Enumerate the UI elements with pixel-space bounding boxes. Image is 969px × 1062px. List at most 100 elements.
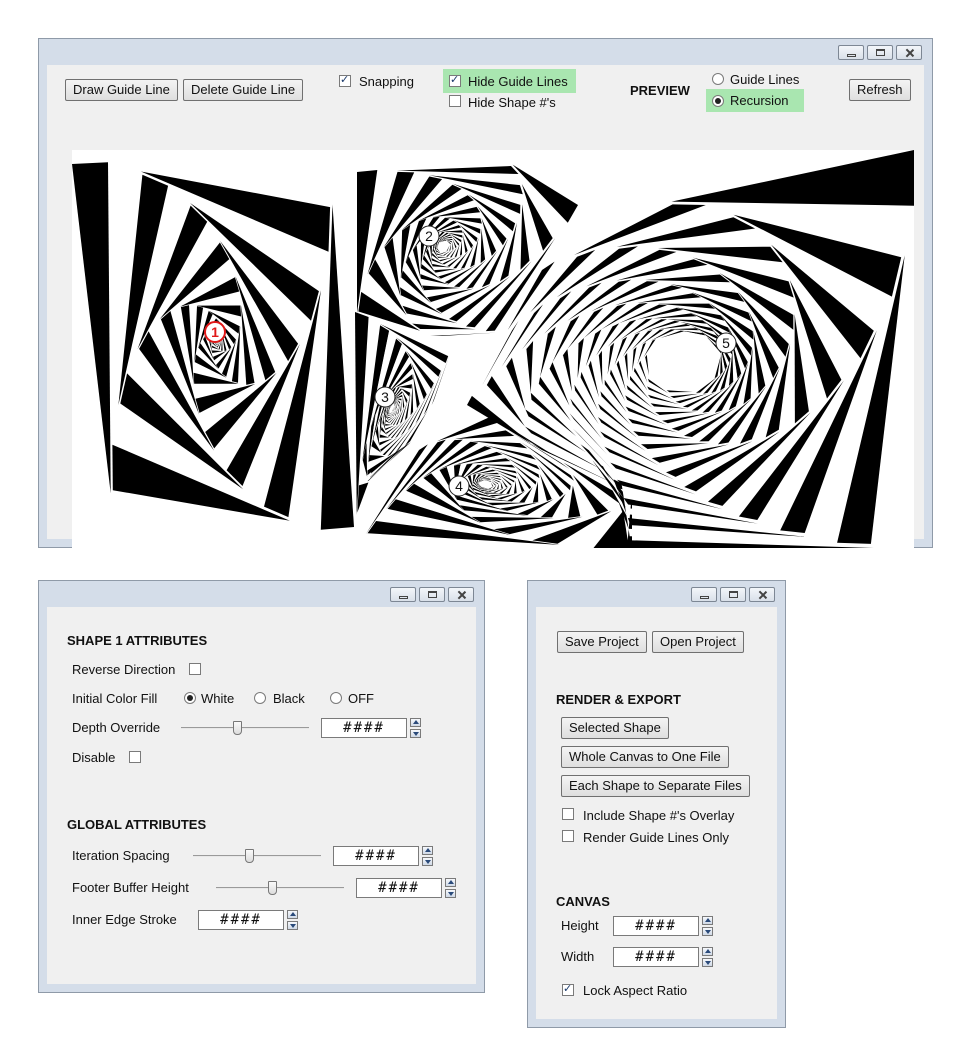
whole-canvas-button[interactable]: Whole Canvas to One File (561, 746, 729, 768)
spiral-segment (420, 330, 486, 334)
maximize-icon[interactable] (419, 587, 445, 602)
footer-buffer-height-input[interactable]: #### (356, 878, 442, 898)
maximize-icon[interactable] (720, 587, 746, 602)
spiral-segment (645, 354, 649, 376)
open-project-button[interactable]: Open Project (652, 631, 744, 653)
window-controls (838, 45, 922, 60)
spiral-segment (396, 402, 397, 409)
spiral-segment (629, 349, 632, 376)
close-icon[interactable] (896, 45, 922, 60)
include-overlay-label: Include Shape #'s Overlay (583, 808, 735, 823)
shape-2-marker[interactable]: 2 (418, 225, 440, 247)
preview-guide-lines-label: Guide Lines (730, 72, 800, 87)
draw-guide-line-button[interactable]: Draw Guide Line (65, 79, 178, 101)
iteration-spacing-input[interactable]: #### (333, 846, 419, 866)
shape-4-number: 4 (455, 478, 463, 494)
disable-checkbox[interactable] (129, 751, 141, 763)
hide-shape-numbers-checkbox[interactable] (449, 95, 461, 107)
iteration-spacing-label: Iteration Spacing (72, 848, 170, 863)
reverse-direction-label: Reverse Direction (72, 662, 176, 677)
slider-thumb[interactable] (245, 849, 254, 863)
shape-attributes-panel: SHAPE 1 ATTRIBUTES Reverse Direction Ini… (47, 607, 476, 984)
main-window: Draw Guide Line Delete Guide Line Snappi… (38, 38, 933, 548)
width-stepper[interactable] (702, 947, 713, 967)
hide-guide-lines-label: Hide Guide Lines (468, 74, 568, 89)
iteration-spacing-slider[interactable] (193, 849, 321, 863)
width-input[interactable]: #### (613, 947, 699, 967)
main-panel: Draw Guide Line Delete Guide Line Snappi… (47, 65, 924, 548)
shape-4-marker[interactable]: 4 (448, 475, 470, 497)
recursion-artwork: 1 2 3 4 5 (72, 150, 914, 548)
slider-thumb[interactable] (233, 721, 242, 735)
minimize-icon[interactable] (691, 587, 717, 602)
iteration-spacing-stepper[interactable] (422, 846, 433, 866)
canvas-heading: CANVAS (556, 894, 610, 909)
spiral-segment (593, 355, 601, 392)
recursion-canvas[interactable]: 1 2 3 4 5 (72, 150, 914, 548)
save-project-button[interactable]: Save Project (557, 631, 647, 653)
shape-5-marker[interactable]: 5 (715, 332, 737, 354)
export-panel: Save Project Open Project RENDER & EXPOR… (536, 607, 777, 1019)
spiral-segment (604, 346, 608, 380)
shape-1-number: 1 (211, 324, 219, 340)
hide-guide-lines-checkbox[interactable] (449, 73, 461, 87)
spiral-segment (563, 349, 572, 392)
initial-color-fill-label: Initial Color Fill (72, 691, 158, 706)
lock-aspect-checkbox[interactable] (562, 982, 574, 996)
close-icon[interactable] (448, 587, 474, 602)
fill-white-label: White (201, 691, 235, 706)
footer-buffer-height-stepper[interactable] (445, 878, 456, 898)
spiral-segment (516, 349, 528, 401)
disable-label: Disable (72, 750, 116, 765)
guide-lines-only-checkbox[interactable] (562, 830, 574, 842)
shape-attributes-window: SHAPE 1 ATTRIBUTES Reverse Direction Ini… (38, 580, 485, 993)
minimize-icon[interactable] (390, 587, 416, 602)
depth-override-stepper[interactable] (410, 718, 421, 738)
footer-buffer-height-slider[interactable] (216, 881, 344, 895)
shape-2-number: 2 (425, 228, 433, 244)
fill-white-radio[interactable] (184, 692, 196, 704)
reverse-direction-checkbox[interactable] (189, 663, 201, 675)
shape-attributes-heading: SHAPE 1 ATTRIBUTES (67, 633, 208, 648)
each-shape-button[interactable]: Each Shape to Separate Files (561, 775, 750, 797)
snapping-checkbox[interactable] (339, 73, 351, 87)
height-stepper[interactable] (702, 916, 713, 936)
height-label: Height (561, 918, 599, 933)
window-controls (691, 587, 775, 602)
fill-black-radio[interactable] (254, 692, 266, 704)
shape-1-marker[interactable]: 1 (204, 321, 226, 343)
spiral-segment (627, 540, 874, 548)
preview-guide-lines-radio[interactable] (712, 73, 724, 85)
maximize-icon[interactable] (867, 45, 893, 60)
depth-override-input[interactable]: #### (321, 718, 407, 738)
spiral-segment (385, 424, 392, 426)
spiral-segment (577, 338, 584, 379)
fill-off-radio[interactable] (330, 692, 342, 704)
spiral-segment (671, 150, 914, 206)
inner-edge-stroke-stepper[interactable] (287, 910, 298, 930)
include-overlay-checkbox[interactable] (562, 808, 574, 820)
preview-recursion-radio[interactable] (712, 95, 724, 107)
spiral-segment (401, 396, 403, 411)
hide-shape-numbers-label: Hide Shape #'s (468, 95, 556, 110)
slider-thumb[interactable] (268, 881, 277, 895)
spiral-segment (567, 307, 604, 349)
height-input[interactable]: #### (613, 916, 699, 936)
close-icon[interactable] (749, 587, 775, 602)
spiral-segment (513, 480, 517, 494)
minimize-icon[interactable] (838, 45, 864, 60)
spiral-segment (450, 242, 452, 251)
delete-guide-line-button[interactable]: Delete Guide Line (183, 79, 304, 101)
selected-shape-button[interactable]: Selected Shape (561, 717, 669, 739)
spiral-segment (499, 482, 501, 490)
shape-3-marker[interactable]: 3 (374, 386, 396, 408)
global-attributes-heading: GLOBAL ATTRIBUTES (67, 817, 207, 832)
depth-override-slider[interactable] (181, 721, 309, 735)
inner-edge-stroke-input[interactable]: #### (198, 910, 284, 930)
spiral-segment (632, 347, 637, 372)
spiral-segment (392, 406, 395, 412)
spiral-shape-1 (72, 152, 354, 547)
refresh-button[interactable]: Refresh (849, 79, 911, 101)
shape-5-number: 5 (722, 335, 730, 351)
spiral-segment (496, 483, 499, 490)
